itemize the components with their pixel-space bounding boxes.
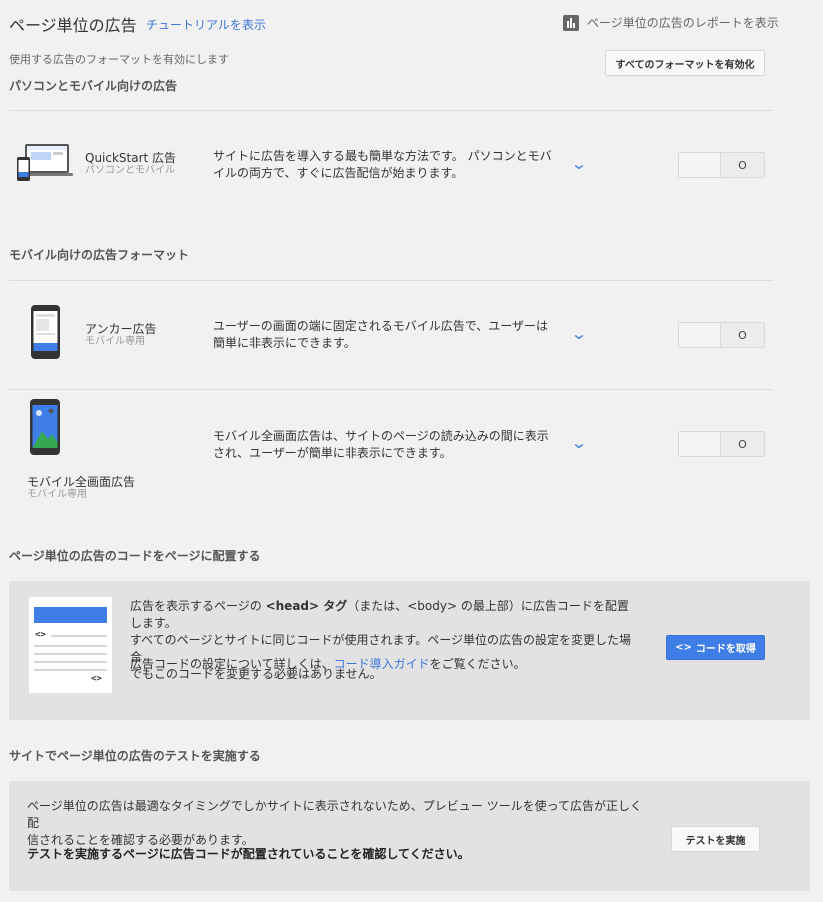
toggle-track — [679, 153, 721, 177]
format-desc-line: 簡単に非表示にできます。 — [213, 336, 356, 350]
divider — [9, 389, 773, 390]
code-guide-text: 広告コードの設定について詳しくは、コード導入ガイドをご覧ください。 — [130, 655, 526, 672]
toggle-fullscreen[interactable]: O — [678, 431, 765, 457]
code-guide-link[interactable]: コード導入ガイド — [334, 657, 430, 671]
toggle-state: O — [721, 153, 764, 177]
desktop-mobile-heading: パソコンとモバイル向けの広告 — [9, 79, 178, 93]
tutorial-link[interactable]: チュートリアルを表示 — [146, 16, 266, 33]
ill-ad-bar — [34, 607, 107, 623]
chevron-down-icon[interactable]: ⌄ — [569, 156, 590, 172]
get-code-label: コードを取得 — [695, 644, 756, 655]
toggle-track — [679, 323, 721, 347]
format-desc-anchor: ユーザーの画面の端に固定されるモバイル広告で、ユーザーは 簡単に非表示にできます… — [213, 318, 563, 352]
divider — [9, 110, 773, 111]
code-heading: ページ単位の広告のコードをページに配置する — [9, 549, 261, 563]
code-line-1: 広告を表示するページの <head> タグ（または、<body> の最上部）に広… — [130, 598, 640, 632]
mobile-heading: モバイル向けの広告フォーマット — [9, 248, 190, 262]
format-desc-line: サイトに広告を導入する最も簡単な方法です。 パソコンとモバ — [213, 149, 552, 163]
guide-pre: 広告コードの設定について詳しくは、 — [130, 657, 334, 671]
ill-line — [34, 653, 107, 655]
page-title: ページ単位の広告 — [9, 16, 137, 35]
test-confirmation-text: テストを実施するページに広告コードが配置されていることを確認してください。 — [27, 847, 470, 861]
code-brackets-icon: <> — [675, 642, 692, 653]
fullscreen-phone-icon — [30, 399, 60, 455]
format-desc-line: イルの両方で、すぐに広告配信が始まります。 — [213, 166, 464, 180]
code-line-1-pre: 広告を表示するページの — [130, 599, 266, 613]
quickstart-illustration-icon — [17, 143, 73, 183]
run-test-button[interactable]: テストを実施 — [671, 826, 760, 852]
anchor-phone-icon — [31, 305, 60, 359]
toggle-state: O — [721, 323, 764, 347]
format-sub-anchor: モバイル専用 — [85, 336, 145, 347]
ill-line — [34, 645, 107, 647]
ill-line — [34, 661, 107, 663]
format-desc-quickstart: サイトに広告を導入する最も簡単な方法です。 パソコンとモバ イルの両方で、すぐに… — [213, 148, 563, 182]
get-code-button[interactable]: <> コードを取得 — [666, 635, 765, 660]
report-link-label: ページ単位の広告のレポートを表示 — [587, 16, 779, 30]
format-sub-quickstart: パソコンとモバイル — [85, 165, 175, 176]
ill-line — [34, 669, 107, 671]
code-page-illustration-icon: <> <> — [29, 597, 112, 693]
chevron-down-icon[interactable]: ⌄ — [569, 435, 590, 451]
format-desc-line: ユーザーの画面の端に固定されるモバイル広告で、ユーザーは — [213, 319, 549, 333]
toggle-quickstart[interactable]: O — [678, 152, 765, 178]
format-sub-fullscreen: モバイル専用 — [27, 489, 87, 500]
format-desc-line: モバイル全画面広告は、サイトのページの読み込みの間に表示 — [213, 429, 549, 443]
test-description: ページ単位の広告は最適なタイミングでしかサイトに表示されないため、プレビュー ツ… — [27, 798, 647, 849]
head-tag-label: <head> タグ — [265, 599, 348, 613]
toggle-track — [679, 432, 721, 456]
format-desc-fullscreen: モバイル全画面広告は、サイトのページの読み込みの間に表示 され、ユーザーが簡単に… — [213, 428, 563, 462]
test-line-1: ページ単位の広告は最適なタイミングでしかサイトに表示されないため、プレビュー ツ… — [27, 799, 642, 830]
toggle-state: O — [721, 432, 764, 456]
chevron-down-icon[interactable]: ⌄ — [569, 326, 590, 342]
ill-line — [51, 635, 107, 637]
format-desc-line: され、ユーザーが簡単に非表示にできます。 — [213, 446, 452, 460]
toggle-anchor[interactable]: O — [678, 322, 765, 348]
guide-post: をご覧ください。 — [429, 657, 526, 671]
test-heading: サイトでページ単位の広告のテストを実施する — [9, 749, 261, 763]
divider — [9, 280, 773, 281]
enable-all-button[interactable]: すべてのフォーマットを有効化 — [605, 50, 765, 76]
code-icon: <> — [91, 674, 102, 684]
report-link[interactable]: ページ単位の広告のレポートを表示 — [563, 14, 779, 31]
bar-chart-icon — [563, 14, 579, 31]
code-icon: <> — [35, 630, 46, 640]
enable-description: 使用する広告のフォーマットを有効にします — [9, 53, 229, 66]
